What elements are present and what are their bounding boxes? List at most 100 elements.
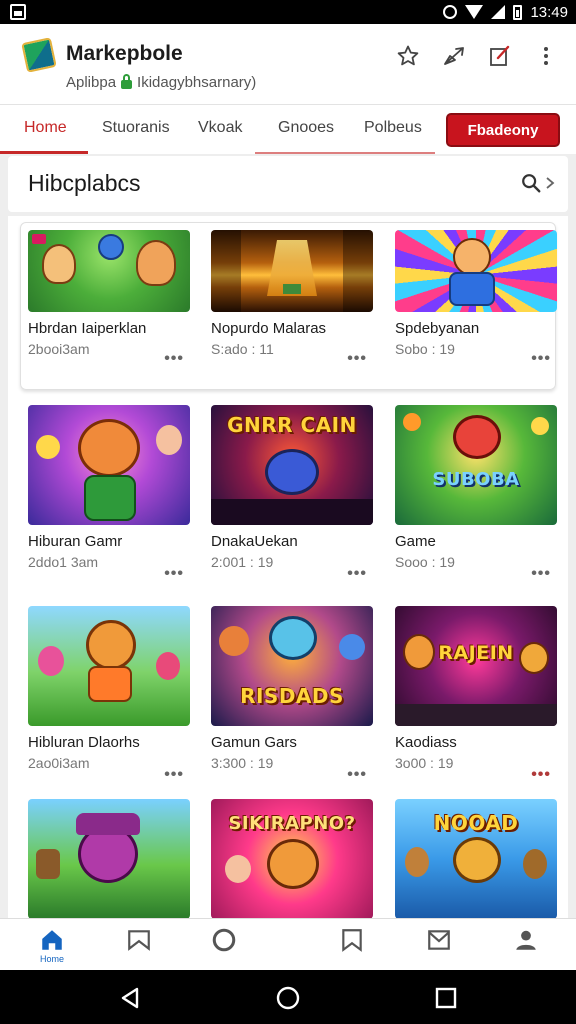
- game-thumbnail: [211, 230, 373, 312]
- edit-icon: [490, 45, 510, 66]
- game-tile[interactable]: RAJEIN Kaodiass 3o00 : 19 •••: [395, 606, 557, 783]
- lock-icon: [121, 73, 133, 89]
- tab-polbeus[interactable]: Polbeus: [364, 119, 422, 137]
- battery-icon: [513, 4, 523, 20]
- more-horiz-icon[interactable]: •••: [164, 350, 184, 368]
- game-title: Hbrdan Iaiperklan: [28, 320, 147, 337]
- circle-icon: [212, 928, 236, 952]
- more-horiz-icon[interactable]: •••: [531, 766, 551, 784]
- share-button[interactable]: [440, 42, 468, 70]
- game-caption: SUBOBA: [432, 469, 520, 490]
- game-title: Nopurdo Malaras: [211, 320, 327, 337]
- game-caption: RISDADS: [240, 684, 344, 708]
- game-title: DnakaUekan: [211, 533, 298, 550]
- section-header: Hibcplabcs: [8, 156, 568, 212]
- game-tile[interactable]: [28, 799, 190, 918]
- game-tile[interactable]: Hibluran Dlaorhs 2ao0i3am •••: [28, 606, 190, 783]
- active-tab-indicator: [0, 151, 88, 154]
- game-tile[interactable]: Hiburan Gamr 2ddo1 3am •••: [28, 405, 190, 582]
- status-icons: 13:49: [443, 2, 568, 22]
- game-caption: NOOAD: [433, 811, 519, 835]
- recents-icon[interactable]: [434, 986, 458, 1010]
- app-subtitle: Aplibpa Ikidagybhsarnary): [66, 73, 257, 91]
- game-tile[interactable]: SIKIRAPNO?: [211, 799, 373, 918]
- game-tile[interactable]: Spdebyanan Sobo : 19 •••: [395, 230, 557, 367]
- tab-vkoak[interactable]: Vkoak: [198, 119, 242, 137]
- tab-divider: [255, 152, 435, 154]
- game-tile[interactable]: NOOAD: [395, 799, 557, 918]
- nav-bookmarks[interactable]: [111, 927, 167, 971]
- more-horiz-icon[interactable]: •••: [347, 766, 367, 784]
- game-thumbnail: [28, 405, 190, 525]
- game-thumbnail: [395, 230, 557, 312]
- nav-profile[interactable]: [498, 927, 554, 971]
- game-title: Gamun Gars: [211, 734, 297, 751]
- game-thumbnail: [28, 230, 190, 312]
- back-icon[interactable]: [118, 986, 142, 1010]
- game-tile[interactable]: Hbrdan Iaiperklan 2booi3am •••: [28, 230, 190, 367]
- nav-library[interactable]: [324, 927, 380, 971]
- game-title: Hiburan Gamr: [28, 533, 123, 550]
- game-title: Game: [395, 533, 436, 550]
- app-header: Markepbole Aplibpa Ikidagybhsarnary): [0, 24, 576, 104]
- game-title: Kaodiass: [395, 734, 457, 751]
- header-actions: [394, 42, 560, 70]
- game-grid: Hbrdan Iaiperklan 2booi3am ••• Nopurdo M…: [8, 216, 568, 918]
- game-thumbnail: [28, 606, 190, 726]
- game-thumbnail: SIKIRAPNO?: [211, 799, 373, 918]
- nav-mail[interactable]: [411, 927, 467, 971]
- home-circle-icon[interactable]: [276, 986, 300, 1010]
- game-thumbnail: NOOAD: [395, 799, 557, 918]
- more-horiz-icon[interactable]: •••: [347, 565, 367, 583]
- game-tile[interactable]: Nopurdo Malaras S:ado : 11 •••: [211, 230, 373, 367]
- subtitle-text-b: Ikidagybhsarnary): [137, 74, 257, 91]
- section-title: Hibcplabcs: [28, 170, 141, 196]
- game-title: Hibluran Dlaorhs: [28, 734, 140, 751]
- bookmark-icon: [128, 930, 150, 951]
- alarm-icon: [443, 5, 458, 19]
- search-icon[interactable]: [520, 172, 542, 194]
- more-options-button[interactable]: [532, 42, 560, 70]
- share-icon: [444, 47, 464, 65]
- tab-stuoranis[interactable]: Stuoranis: [102, 119, 170, 137]
- system-navigation-bar: [0, 970, 576, 1024]
- star-button[interactable]: [394, 42, 422, 70]
- app-title: Markepbole: [66, 42, 183, 65]
- category-tabs: Home Stuoranis Vkoak Gnooes Polbeus Fbad…: [0, 104, 576, 154]
- signal-icon: [491, 5, 506, 19]
- star-icon: [397, 45, 419, 66]
- game-thumbnail: RISDADS: [211, 606, 373, 726]
- game-thumbnail: [28, 799, 190, 918]
- status-bar: 13:49: [0, 0, 576, 24]
- game-thumbnail: GNRR CAIN: [211, 405, 373, 525]
- wifi-icon: [465, 5, 484, 19]
- game-tile[interactable]: SUBOBA Game Sooo : 19 •••: [395, 405, 557, 582]
- game-tile[interactable]: GNRR CAIN DnakaUekan 2:001 : 19 •••: [211, 405, 373, 582]
- nav-home[interactable]: Home: [24, 927, 80, 971]
- bookmark-outline-icon: [342, 929, 362, 952]
- game-caption: SIKIRAPNO?: [228, 813, 356, 834]
- more-horiz-icon[interactable]: •••: [164, 766, 184, 784]
- status-time: 13:49: [530, 3, 568, 21]
- tab-home[interactable]: Home: [24, 119, 67, 137]
- game-title: Spdebyanan: [395, 320, 480, 337]
- app-logo-icon: [21, 37, 57, 73]
- edit-button[interactable]: [486, 42, 514, 70]
- mail-icon: [428, 930, 450, 950]
- game-caption: GNRR CAIN: [227, 413, 357, 437]
- game-thumbnail: SUBOBA: [395, 405, 557, 525]
- person-icon: [516, 930, 536, 950]
- more-horiz-icon[interactable]: •••: [347, 350, 367, 368]
- game-tile[interactable]: RISDADS Gamun Gars 3:300 : 19 •••: [211, 606, 373, 783]
- image-icon: [10, 4, 26, 20]
- tab-gnooes[interactable]: Gnooes: [278, 119, 334, 137]
- more-horiz-icon[interactable]: •••: [531, 350, 551, 368]
- more-horiz-icon[interactable]: •••: [164, 565, 184, 583]
- subtitle-text-a: Aplibpa: [66, 74, 117, 91]
- featured-button[interactable]: Fbadeony: [446, 113, 560, 147]
- game-thumbnail: RAJEIN: [395, 606, 557, 726]
- chevron-right-icon[interactable]: [544, 176, 556, 190]
- home-icon: [42, 930, 62, 950]
- more-horiz-icon[interactable]: •••: [531, 565, 551, 583]
- nav-circle[interactable]: [196, 927, 252, 971]
